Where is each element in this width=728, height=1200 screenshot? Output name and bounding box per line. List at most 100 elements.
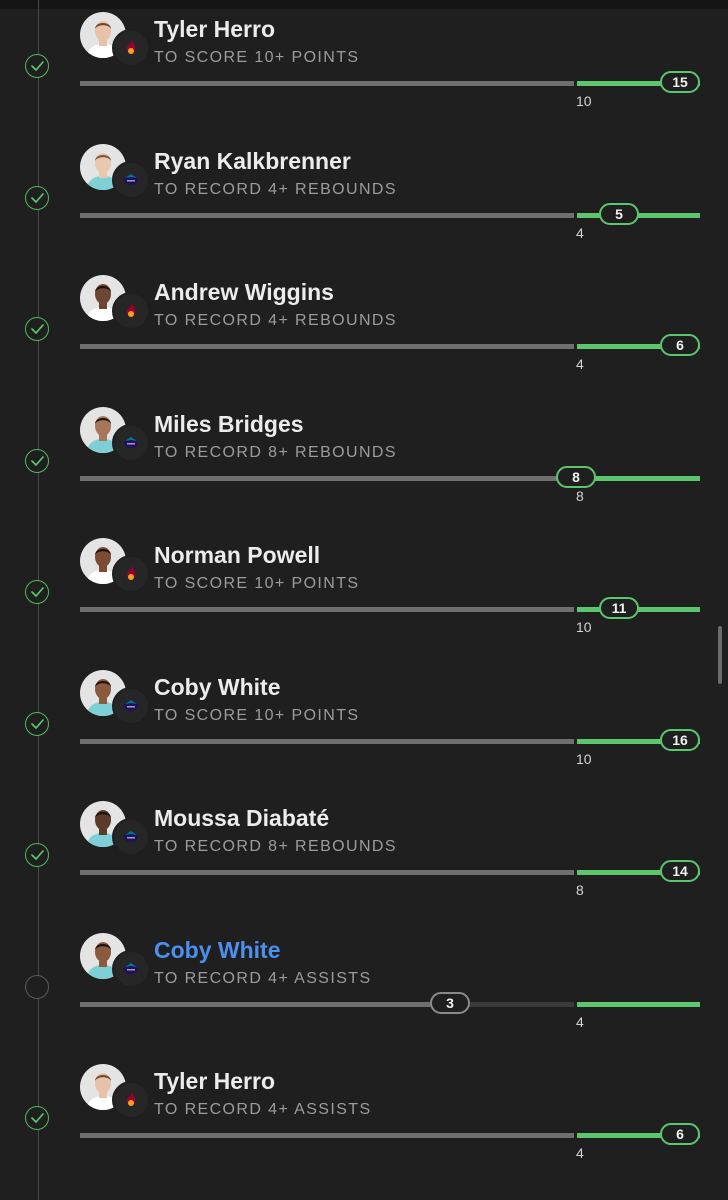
- charlotte-hornets-logo-glyph: [124, 173, 138, 185]
- progress-bar: [80, 475, 700, 481]
- line-threshold-label: 10: [576, 93, 592, 109]
- progress-track: [80, 607, 574, 612]
- leg-row[interactable]: Moussa Diabaté TO RECORD 8+ REBOUNDS 14 8: [0, 798, 728, 929]
- prop-description: TO RECORD 4+ REBOUNDS: [154, 312, 397, 329]
- current-value-pill: 16: [660, 728, 700, 751]
- line-threshold-label: 4: [576, 224, 584, 241]
- check-icon: [30, 587, 44, 597]
- progress-bar: [80, 870, 700, 875]
- prop-description: TO RECORD 4+ ASSISTS: [154, 969, 372, 987]
- progress-track: [80, 1133, 574, 1138]
- prop-description: TO SCORE 10+ POINTS: [154, 706, 360, 724]
- check-icon: [30, 455, 44, 466]
- leg-row[interactable]: Coby White TO SCORE 10+ POINTS 16 10: [0, 667, 728, 798]
- player-name: Norman Powell: [154, 542, 321, 568]
- charlotte-hornets-logo: [112, 423, 150, 462]
- status-check: [25, 448, 49, 473]
- progress-bar: [80, 1133, 700, 1138]
- progress-track: [80, 738, 574, 744]
- prop-description: TO RECORD 4+ ASSISTS: [154, 1101, 372, 1118]
- current-value-pill: 14: [660, 860, 700, 882]
- prop-description: TO RECORD 8+ REBOUNDS: [154, 838, 397, 855]
- leg-row[interactable]: Norman Powell TO SCORE 10+ POINTS 11 10: [0, 535, 728, 666]
- charlotte-hornets-logo-glyph: [124, 699, 138, 711]
- leg-row[interactable]: Tyler Herro TO SCORE 10+ POINTS 15 10: [0, 9, 728, 140]
- player-name: Tyler Herro: [154, 1068, 276, 1094]
- progress-track: [80, 475, 574, 481]
- prop-description: TO SCORE 10+ POINTS: [154, 575, 360, 592]
- progress-bar: [80, 344, 700, 349]
- progress-remaining: [452, 1001, 574, 1007]
- line-threshold-label: 10: [576, 750, 592, 767]
- prop-description: TO RECORD 8+ REBOUNDS: [154, 443, 397, 461]
- status-check: [25, 185, 49, 210]
- player-name: Miles Bridges: [154, 410, 304, 437]
- current-value-pill: 6: [660, 1123, 700, 1145]
- current-value-pill: 11: [599, 597, 639, 619]
- player-name: Tyler Herro: [154, 16, 276, 42]
- current-value-pill: 8: [556, 465, 596, 488]
- charlotte-hornets-logo-glyph: [124, 436, 138, 448]
- current-value-pill: 3: [430, 991, 470, 1014]
- player-name: Moussa Diabaté: [154, 805, 330, 831]
- check-icon: [30, 718, 44, 729]
- miami-heat-logo-glyph: [126, 40, 136, 54]
- player-name: Coby White: [154, 673, 281, 700]
- line-threshold-label: 4: [576, 1013, 584, 1030]
- current-value-pill: 5: [599, 202, 639, 225]
- status-check: [25, 711, 49, 736]
- progress-track: [80, 344, 574, 349]
- progress-bar: [80, 81, 700, 86]
- line-threshold-label: 8: [576, 882, 584, 898]
- line-threshold-label: 4: [576, 1145, 584, 1161]
- charlotte-hornets-logo: [112, 686, 150, 725]
- scrollbar[interactable]: [718, 626, 722, 684]
- player-name: Ryan Kalkbrenner: [154, 147, 351, 174]
- progress-track: [80, 870, 574, 875]
- prop-description: TO SCORE 10+ POINTS: [154, 49, 360, 66]
- status-check: [25, 1106, 49, 1130]
- check-icon: [30, 61, 44, 71]
- leg-row[interactable]: Andrew Wiggins TO RECORD 4+ REBOUNDS 6 4: [0, 272, 728, 403]
- miami-heat-logo: [112, 555, 150, 593]
- charlotte-hornets-logo: [112, 818, 150, 856]
- miami-heat-logo-glyph: [126, 566, 136, 580]
- miami-heat-logo-glyph: [126, 1092, 136, 1106]
- leg-row[interactable]: Ryan Kalkbrenner TO RECORD 4+ REBOUNDS 5 4: [0, 141, 728, 272]
- status-check: [25, 843, 49, 867]
- status-pending: [25, 974, 49, 999]
- check-icon: [30, 850, 44, 860]
- check-icon: [30, 1113, 44, 1123]
- charlotte-hornets-logo-glyph: [124, 962, 138, 974]
- threshold-segment: [577, 1001, 700, 1007]
- leg-row[interactable]: Miles Bridges TO RECORD 8+ REBOUNDS 8 8: [0, 404, 728, 535]
- player-name[interactable]: Coby White: [154, 937, 281, 964]
- prop-description: TO RECORD 4+ REBOUNDS: [154, 180, 397, 198]
- current-value-pill: 15: [660, 71, 700, 93]
- progress-track: [80, 81, 574, 86]
- line-threshold-label: 10: [576, 619, 592, 635]
- charlotte-hornets-logo: [112, 949, 150, 988]
- line-threshold-label: 8: [576, 487, 584, 504]
- status-check: [25, 580, 49, 604]
- leg-row[interactable]: Tyler Herro TO RECORD 4+ ASSISTS 6 4: [0, 1061, 728, 1192]
- check-icon: [30, 192, 44, 203]
- status-check: [25, 54, 49, 78]
- progress-track: [80, 212, 574, 218]
- miami-heat-logo: [112, 292, 150, 330]
- top-edge: [0, 0, 728, 9]
- player-name: Andrew Wiggins: [154, 279, 334, 305]
- miami-heat-logo: [112, 1081, 150, 1119]
- current-value-pill: 6: [660, 334, 700, 356]
- miami-heat-logo: [112, 29, 150, 67]
- miami-heat-logo-glyph: [126, 303, 136, 317]
- line-threshold-label: 4: [576, 356, 584, 372]
- progress-track: [80, 1001, 452, 1007]
- check-icon: [30, 324, 44, 334]
- charlotte-hornets-logo-glyph: [124, 831, 138, 842]
- progress-bar: [80, 738, 700, 744]
- leg-row[interactable]: Coby White TO RECORD 4+ ASSISTS 3 4: [0, 930, 728, 1061]
- status-check: [25, 317, 49, 341]
- progress-bar: [80, 1001, 700, 1007]
- charlotte-hornets-logo: [112, 160, 150, 199]
